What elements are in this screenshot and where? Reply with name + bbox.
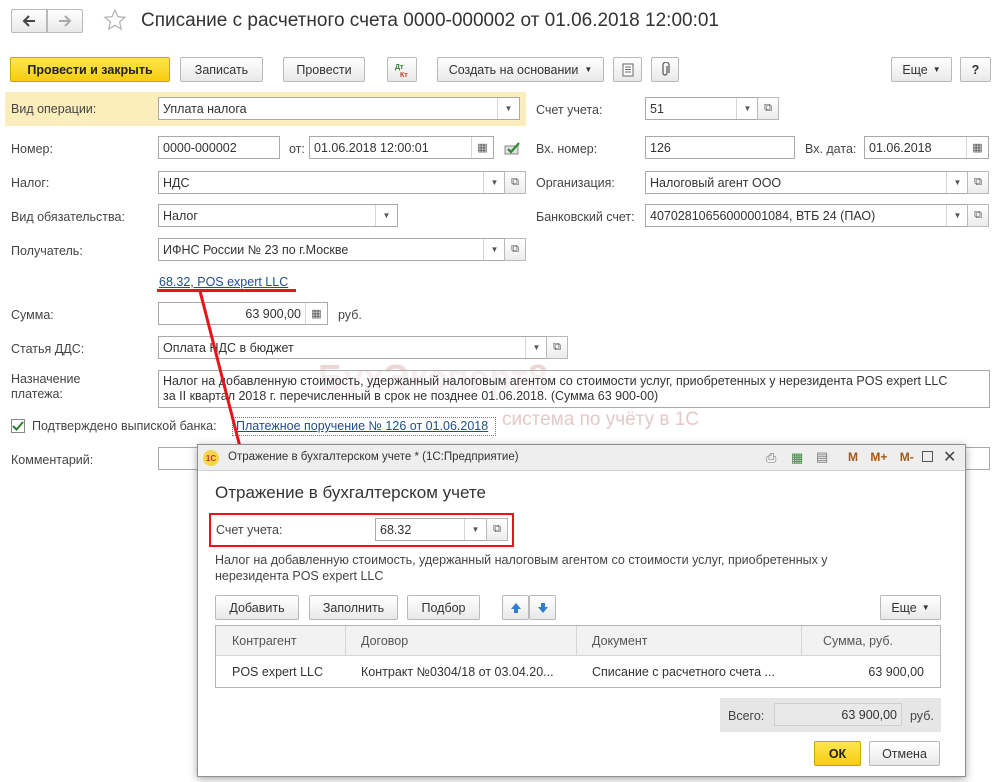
dialog-open-account-button[interactable]: ⧉ [486,518,508,541]
move-up-button[interactable] [502,595,529,620]
chevron-down-icon[interactable]: ▼ [464,519,486,540]
dialog-description: Налог на добавленную стоимость, удержанн… [215,552,828,584]
ledger-dialog: 1С Отражение в бухгалтерском учете * (1С… [197,444,966,777]
dialog-description-line1: Налог на добавленную стоимость, удержанн… [215,553,828,567]
dialog-table-icon[interactable]: ▦ [791,450,803,466]
dialog-account-label: Счет учета: [216,523,283,537]
dialog-description-line2: нерезидента POS expert LLC [215,569,384,583]
fill-button[interactable]: Заполнить [309,595,398,620]
entries-table: Контрагент Договор Документ Сумма, руб. … [215,625,941,688]
arrow-up-icon [510,602,521,613]
total-field: 63 900,00 [774,703,902,726]
move-down-button[interactable] [529,595,556,620]
cell-document: Списание с расчетного счета ... [592,665,775,679]
table-header: Контрагент Договор Документ Сумма, руб. [216,626,940,656]
mem-m-button[interactable]: M [848,450,858,464]
dialog-calendar-icon[interactable]: ▤ [816,449,828,465]
total-label: Всего: [728,709,765,723]
total-value: 63 900,00 [841,707,897,722]
dialog-heading: Отражение в бухгалтерском учете [215,483,486,502]
chevron-down-icon: ▼ [921,603,930,612]
onec-logo-icon: 1С [203,450,219,466]
table-row[interactable]: POS expert LLC Контракт №0304/18 от 03.0… [216,657,940,687]
total-currency: руб. [910,709,934,723]
dialog-mem-buttons: M M+ M- [848,450,914,464]
add-button[interactable]: Добавить [215,595,299,620]
column-header-document[interactable]: Документ [592,634,647,648]
cell-contract: Контракт №0304/18 от 03.04.20... [361,665,554,679]
close-icon[interactable]: ✕ [943,447,956,467]
dialog-more-label: Еще [891,600,917,615]
dialog-more-button[interactable]: Еще ▼ [880,595,941,620]
dialog-account-select[interactable]: 68.32 ▼ [375,518,487,541]
cell-counterparty: POS expert LLC [232,665,324,679]
ok-button[interactable]: ОК [814,741,861,766]
mem-minus-button[interactable]: M- [900,450,914,464]
cancel-button[interactable]: Отмена [869,741,940,766]
column-header-sum[interactable]: Сумма, руб. [823,634,893,648]
column-header-counterparty[interactable]: Контрагент [232,634,297,648]
dialog-window-title: Отражение в бухгалтерском учете * (1С:Пр… [228,451,519,463]
mem-plus-button[interactable]: M+ [870,450,887,464]
dialog-account-value: 68.32 [380,522,412,537]
maximize-icon[interactable] [922,451,933,462]
arrow-down-icon [537,602,548,613]
cell-sum: 63 900,00 [868,665,924,679]
dialog-print-icon[interactable]: ⎙ [766,450,776,466]
dialog-titlebar: 1С Отражение в бухгалтерском учете * (1С… [198,445,965,471]
column-header-contract[interactable]: Договор [361,634,408,648]
select-button[interactable]: Подбор [407,595,480,620]
